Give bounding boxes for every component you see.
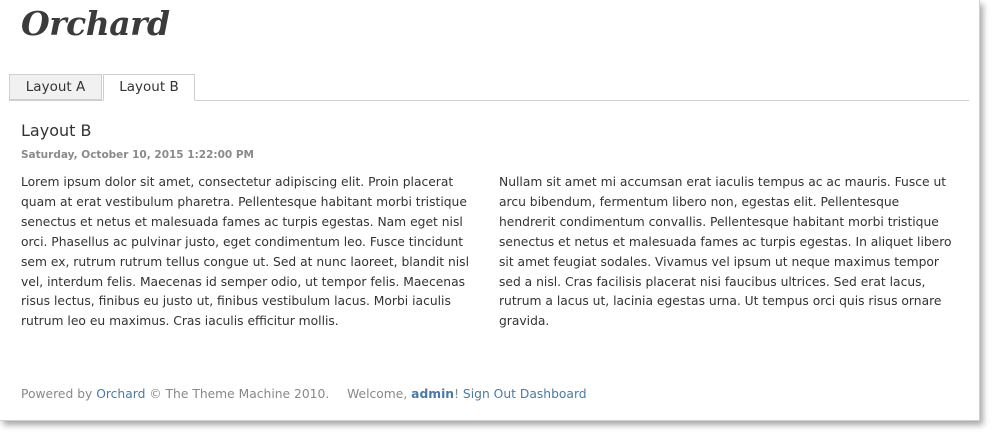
content-column-left: Lorem ipsum dolor sit amet, consectetur … [21, 175, 470, 329]
orchard-link[interactable]: Orchard [96, 387, 145, 401]
dashboard-link[interactable]: Dashboard [520, 387, 587, 401]
site-footer: Powered by Orchard © The Theme Machine 2… [21, 387, 587, 401]
tab-layout-a[interactable]: Layout A [9, 74, 102, 100]
site-logo[interactable]: Orchard [21, 4, 170, 43]
sign-out-link[interactable]: Sign Out [463, 387, 516, 401]
publish-date: Saturday, October 10, 2015 1:22:00 PM [21, 149, 254, 161]
tab-layout-b[interactable]: Layout B [103, 74, 195, 101]
welcome-text: Welcome, [347, 387, 408, 401]
powered-by-text: Powered by [21, 387, 93, 401]
welcome-exclaim: ! [454, 387, 459, 401]
page-title: Layout B [21, 121, 92, 140]
copyright-text: © The Theme Machine 2010. [149, 387, 330, 401]
content-column-right: Nullam sit amet mi accumsan erat iaculis… [499, 175, 952, 329]
layout-tabs: Layout A Layout B [9, 74, 969, 101]
page-frame: Orchard Layout A Layout B Layout B Satur… [0, 0, 980, 421]
user-link-admin[interactable]: admin [411, 387, 454, 401]
